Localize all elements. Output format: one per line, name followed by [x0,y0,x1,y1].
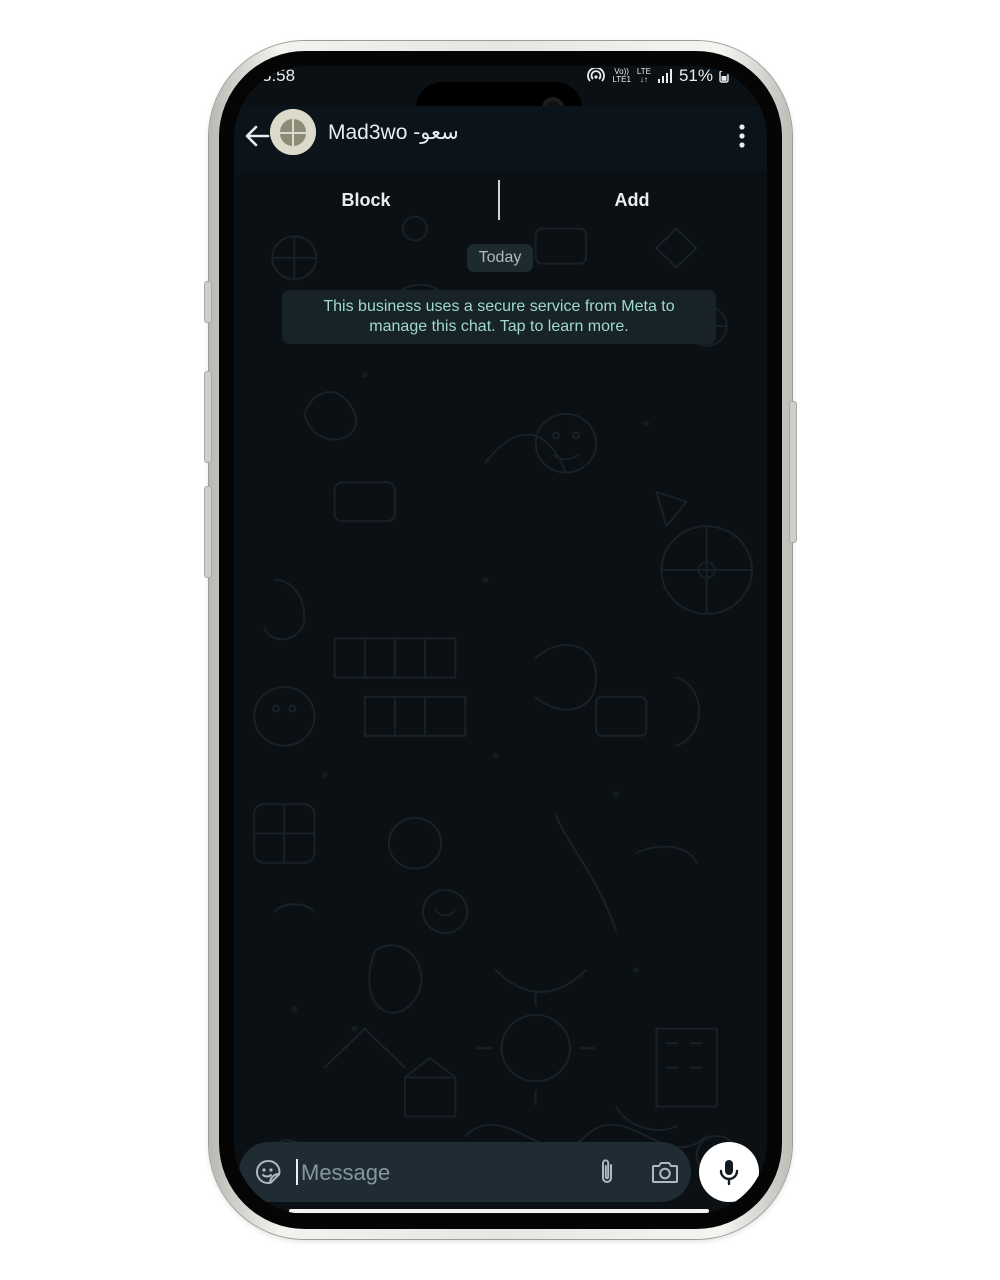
power-button [789,401,797,543]
notice-line-1: This business uses a secure service from… [323,298,675,315]
screen: 3:58 Vo)) LTE1 LTE ↓↑ 51% Mad3wo -سعو Bl… [234,66,767,1214]
lte1-label: LTE1 [612,75,631,84]
notice-line-2: manage this chat. Tap to learn more. [369,318,629,335]
volume-down-button [204,486,212,578]
home-indicator[interactable] [289,1209,709,1213]
more-vertical-icon[interactable] [737,121,747,151]
contact-name[interactable]: Mad3wo -سعو [328,120,459,145]
action-button [204,281,212,323]
block-button[interactable]: Block [266,190,466,211]
status-icons: Vo)) LTE1 LTE ↓↑ 51% [586,66,729,86]
volte-indicator: Vo)) LTE1 [612,68,631,84]
battery-percent: 51% [678,66,713,85]
signal-icon [657,69,672,83]
contact-actions: Block Add [234,170,767,228]
chat-header: Mad3wo -سعو [234,106,767,170]
arrow-left-icon[interactable] [242,121,272,151]
lte-indicator: LTE ↓↑ [637,68,651,84]
add-button[interactable]: Add [532,190,732,211]
paperclip-icon[interactable] [596,1157,618,1187]
divider [498,180,500,220]
battery-icon [719,70,729,83]
microphone-icon [719,1160,739,1186]
volume-up-button [204,371,212,463]
encryption-notice[interactable]: This business uses a secure service from… [282,290,716,344]
avatar[interactable] [270,109,316,155]
date-chip: Today [467,244,533,272]
message-input[interactable] [299,1154,563,1192]
hotspot-icon [587,68,606,82]
data-arrows: ↓↑ [639,75,648,84]
camera-icon[interactable] [651,1160,679,1184]
phone-bezel: 3:58 Vo)) LTE1 LTE ↓↑ 51% Mad3wo -سعو Bl… [219,51,782,1229]
sticker-icon[interactable] [255,1159,281,1185]
status-time: 3:58 [262,66,296,85]
message-composer [239,1142,691,1202]
avatar-logo [270,109,316,155]
voice-record-button[interactable] [699,1142,759,1202]
phone-frame: 3:58 Vo)) LTE1 LTE ↓↑ 51% Mad3wo -سعو Bl… [204,41,797,1239]
text-cursor [296,1159,298,1185]
